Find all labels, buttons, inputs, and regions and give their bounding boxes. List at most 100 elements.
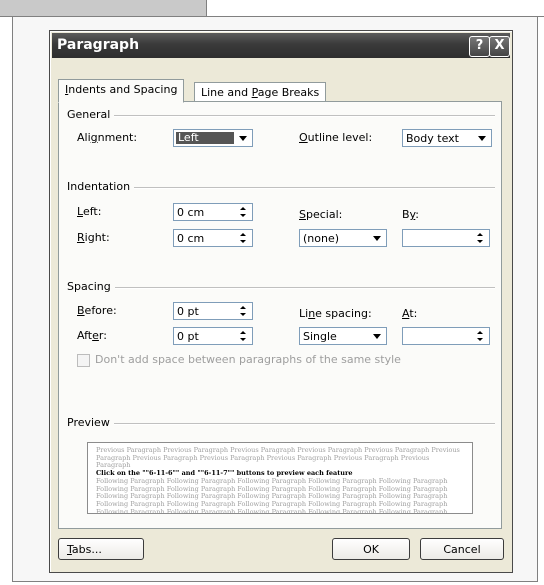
label-accel: g [90,131,98,144]
cancel-button[interactable]: Cancel [420,538,504,560]
label-accel: B [77,304,85,317]
line-spacing-dropdown[interactable]: Single [299,327,387,345]
tabs-button[interactable]: Tabs... [58,538,144,560]
general-group: General [67,108,495,122]
before-spinner[interactable]: 0 pt [173,302,253,320]
left-indent-label: Left: [77,205,101,218]
label-rest: pecial: [305,208,343,221]
title-bar[interactable]: Paragraph ? X [52,33,510,58]
alignment-label: Alignment: [77,131,137,144]
spacing-group: Spacing [67,280,495,294]
label-pre: Aft [77,329,93,342]
group-divider [67,115,495,117]
label-accel: S [299,208,306,221]
cancel-button-label: Cancel [443,543,481,556]
chevron-down-icon[interactable] [370,231,385,245]
label-accel: O [299,131,308,144]
help-icon: ? [475,38,484,53]
spin-up-icon[interactable] [236,205,251,212]
right-indent-spinner[interactable]: 0 cm [173,229,253,247]
after-label: After: [77,329,107,342]
chevron-down-icon[interactable] [236,131,251,145]
line-spacing-label: Line spacing: [299,307,372,320]
at-label: At: [402,307,417,320]
spin-up-icon[interactable] [473,231,488,238]
background-tab [0,0,207,17]
label-rest: e spacing: [315,307,372,320]
label-pre: Li [299,307,309,320]
spin-up-icon[interactable] [236,231,251,238]
label-rest: utline level: [307,131,373,144]
by-label: By: [402,208,419,221]
spin-down-icon[interactable] [473,238,488,245]
tab-indents-and-spacing[interactable]: Indents and Spacing [58,79,185,103]
group-divider [67,423,495,425]
spin-up-icon[interactable] [236,304,251,311]
help-button[interactable]: ? [469,36,490,57]
preview-heading: Preview [67,416,114,429]
line-spacing-value: Single [303,330,337,343]
spinner-arrows[interactable] [473,329,488,343]
special-label: Special: [299,208,342,221]
preview-box: Previous Paragraph Previous Paragraph Pr… [87,442,473,514]
alignment-value: Left [176,132,234,144]
close-icon: X [494,38,505,53]
spin-down-icon[interactable] [236,212,251,219]
label-pre: Ali [77,131,91,144]
preview-page: Previous Paragraph Previous Paragraph Pr… [96,446,462,514]
spinner-arrows[interactable] [236,205,251,219]
by-spinner[interactable] [402,229,490,247]
outline-level-dropdown[interactable]: Body text [402,129,492,147]
at-spinner[interactable] [402,327,490,345]
alignment-dropdown[interactable]: Left [173,129,253,147]
spin-down-icon[interactable] [236,311,251,318]
preview-group: Preview [67,416,495,430]
spinner-arrows[interactable] [236,231,251,245]
right-indent-value: 0 cm [177,232,205,245]
chevron-down-icon[interactable] [370,329,385,343]
spin-up-icon[interactable] [473,329,488,336]
close-button[interactable]: X [489,36,510,57]
preview-following-paragraph: Following Paragraph Following Paragraph … [96,476,448,514]
tab-label-rest: age Breaks [257,86,320,99]
before-value: 0 pt [177,305,199,318]
left-indent-spinner[interactable]: 0 cm [173,203,253,221]
left-indent-value: 0 cm [177,206,205,219]
tab-line-and-page-breaks[interactable]: Line and Page Breaks [194,82,327,103]
ok-button[interactable]: OK [332,538,410,560]
button-label-rest: abs... [71,543,102,556]
label-rest: efore: [84,304,117,317]
tab-label-rest: ndents and Spacing [68,83,178,96]
special-value: (none) [303,232,340,245]
label-accel: R [77,231,85,244]
spin-down-icon[interactable] [473,336,488,343]
spacing-heading: Spacing [67,280,115,293]
tab-label-pre: Line and [201,86,252,99]
no-space-checkbox[interactable] [77,354,90,367]
no-space-checkbox-label: Don't add space between paragraphs of th… [95,353,401,366]
after-value: 0 pt [177,330,199,343]
chevron-down-icon[interactable] [475,131,490,145]
after-spinner[interactable]: 0 pt [173,327,253,345]
spin-down-icon[interactable] [236,238,251,245]
indents-spacing-panel: General Alignment: Left Outline level: B… [58,101,502,529]
spin-down-icon[interactable] [236,336,251,343]
spin-up-icon[interactable] [236,329,251,336]
label-rest: r: [98,329,107,342]
dialog-title: Paragraph [57,37,140,53]
spinner-arrows[interactable] [236,329,251,343]
right-indent-label: Right: [77,231,110,244]
group-divider [67,287,495,289]
label-rest: t: [409,307,418,320]
label-rest: nment: [97,131,138,144]
special-dropdown[interactable]: (none) [299,229,387,247]
label-rest: ight: [84,231,110,244]
label-rest: : [415,208,419,221]
spinner-arrows[interactable] [473,231,488,245]
preview-previous-paragraph: Previous Paragraph Previous Paragraph Pr… [96,446,460,470]
paragraph-dialog: Paragraph ? X Indents and Spacing Line a… [49,30,513,573]
outline-level-label: Outline level: [299,131,372,144]
ok-button-label: OK [363,543,379,556]
label-rest: eft: [82,205,102,218]
spinner-arrows[interactable] [236,304,251,318]
